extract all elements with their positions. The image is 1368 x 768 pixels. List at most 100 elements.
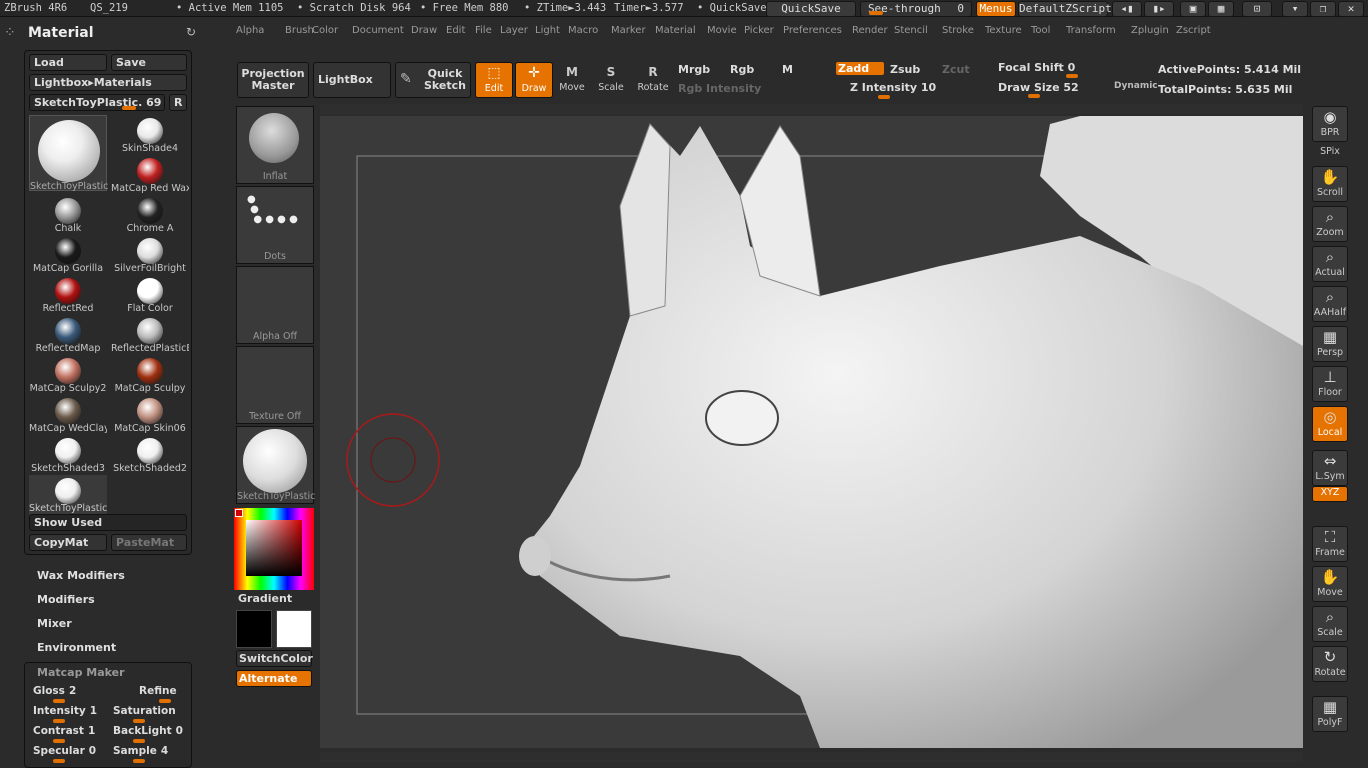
texture-thumb[interactable]: Texture Off (236, 346, 314, 424)
r-button[interactable]: R (169, 94, 187, 111)
current-material-knob[interactable] (122, 106, 136, 110)
material-item[interactable]: Flat Color (111, 275, 189, 315)
slider-saturation[interactable]: Saturation (113, 705, 180, 723)
material-item[interactable]: MatCap Gorilla (29, 235, 107, 275)
right-tool-spix[interactable]: SPix (1312, 146, 1348, 162)
material-item[interactable]: MatCap Red Wax (111, 155, 189, 195)
menu-document[interactable]: Document (352, 25, 404, 36)
lightbox-materials-button[interactable]: Lightbox▸Materials (29, 74, 187, 91)
zcut-button[interactable]: Zcut (942, 63, 970, 76)
edit-button[interactable]: ⬚ Edit (475, 62, 513, 98)
wax-modifiers-section[interactable]: Wax Modifiers (37, 569, 125, 582)
copymat-button[interactable]: CopyMat (29, 534, 107, 551)
material-thumb[interactable]: SketchToyPlastic (236, 426, 315, 504)
lightbox-button[interactable]: LightBox (313, 62, 391, 98)
slider-knob[interactable] (133, 719, 145, 723)
brush-thumb[interactable]: Inflat (236, 106, 314, 184)
scale-button[interactable]: S Scale (592, 62, 630, 98)
slider-sample[interactable]: Sample 4 (113, 745, 168, 763)
material-item[interactable]: ReflectRed (29, 275, 107, 315)
canvas-viewport[interactable] (320, 116, 1303, 748)
viewport-bottom-scrollbar[interactable] (320, 752, 1303, 762)
maximize-icon[interactable]: ❐ (1310, 1, 1336, 17)
color-picker[interactable] (234, 508, 314, 590)
viewport-top-scrollbar[interactable] (320, 104, 1303, 114)
right-tool-zoom[interactable]: ⌕ Zoom (1312, 206, 1348, 242)
menu-preferences[interactable]: Preferences (783, 25, 842, 36)
sculpt-model[interactable] (320, 116, 1303, 748)
material-item[interactable]: MatCap Sculpy (111, 355, 189, 395)
menu-render[interactable]: Render (852, 25, 888, 36)
menu-layer[interactable]: Layer (500, 25, 528, 36)
primary-color-swatch[interactable] (236, 610, 272, 648)
see-through-knob[interactable] (869, 11, 883, 15)
material-item[interactable]: Chalk (29, 195, 107, 235)
switchcolor-button[interactable]: SwitchColor (236, 650, 313, 667)
alpha-thumb[interactable]: Alpha Off (236, 266, 314, 344)
default-zscript-button[interactable]: DefaultZScript (1018, 1, 1112, 17)
material-item[interactable]: SketchShaded2 (111, 435, 189, 475)
material-item[interactable]: SkinShade4 (111, 115, 189, 155)
right-tool-xyz[interactable]: XYZ (1312, 486, 1348, 502)
menu-stroke[interactable]: Stroke (942, 25, 974, 36)
slider-knob[interactable] (53, 699, 65, 703)
right-tool-bpr[interactable]: ◉ BPR (1312, 106, 1348, 142)
slider-specular[interactable]: Specular 0 (33, 745, 96, 763)
menu-light[interactable]: Light (535, 25, 560, 36)
right-tool-scale[interactable]: ⌕ Scale (1312, 606, 1348, 642)
lock-icon[interactable]: ⊡ (1242, 1, 1272, 17)
color-square[interactable] (246, 520, 302, 576)
slider-intensity[interactable]: Intensity 1 (33, 705, 97, 723)
material-item[interactable]: SketchToyPlastic (29, 475, 107, 515)
layout2-icon[interactable]: ▦ (1208, 1, 1234, 17)
right-tool-persp[interactable]: ▦ Persp (1312, 326, 1348, 362)
slider-knob[interactable] (159, 699, 171, 703)
secondary-color-swatch[interactable] (276, 610, 312, 648)
current-material-slider[interactable]: SketchToyPlastic. 69 (29, 94, 165, 111)
menu-transform[interactable]: Transform (1066, 25, 1116, 36)
material-item[interactable]: Chrome A (111, 195, 189, 235)
menus-button[interactable]: Menus (976, 1, 1016, 17)
material-item[interactable]: ReflectedMap (29, 315, 107, 355)
panel-left-icon[interactable]: ◂▮ (1112, 1, 1142, 17)
rotate-button[interactable]: R Rotate (634, 62, 672, 98)
minimize-icon[interactable]: ▾ (1282, 1, 1308, 17)
z-intensity-knob[interactable] (878, 95, 890, 99)
modifiers-section[interactable]: Modifiers (37, 593, 95, 606)
right-tool-scroll[interactable]: ✋ Scroll (1312, 166, 1348, 202)
menu-file[interactable]: File (475, 25, 492, 36)
slider-refine[interactable]: Refine (139, 685, 181, 703)
menu-material[interactable]: Material (655, 25, 696, 36)
menu-zscript[interactable]: Zscript (1176, 25, 1211, 36)
slider-backlight[interactable]: BackLight 0 (113, 725, 183, 743)
right-tool-polyf[interactable]: ▦ PolyF (1312, 696, 1348, 732)
slider-knob[interactable] (53, 759, 65, 763)
close-icon[interactable]: ✕ (1338, 1, 1364, 17)
layout-icon[interactable]: ▣ (1180, 1, 1206, 17)
menu-zplugin[interactable]: Zplugin (1131, 25, 1169, 36)
right-tool-actual[interactable]: ⌕ Actual (1312, 246, 1348, 282)
right-tool-floor[interactable]: ⊥ Floor (1312, 366, 1348, 402)
z-intensity-slider[interactable]: Z Intensity 10 (850, 81, 936, 94)
focal-shift-knob[interactable] (1066, 74, 1078, 78)
alternate-button[interactable]: Alternate (236, 670, 312, 687)
matcap-maker-title[interactable]: Matcap Maker (37, 666, 125, 679)
palette-dots-icon[interactable]: ⁘ (4, 25, 24, 43)
pastemat-button[interactable]: PasteMat (111, 534, 187, 551)
mrgb-button[interactable]: Mrgb (678, 63, 710, 76)
focal-shift-slider[interactable]: Focal Shift 0 (998, 61, 1075, 74)
menu-color[interactable]: Color (312, 25, 338, 36)
see-through-slider[interactable]: See-through 0 (860, 1, 972, 17)
slider-contrast[interactable]: Contrast 1 (33, 725, 95, 743)
panel-right-icon[interactable]: ▮▸ (1144, 1, 1174, 17)
quick-sketch-button[interactable]: ✎ Quick Sketch (395, 62, 471, 98)
menu-brush[interactable]: Brush (285, 25, 314, 36)
environment-section[interactable]: Environment (37, 641, 116, 654)
right-tool-move[interactable]: ✋ Move (1312, 566, 1348, 602)
dynamic-toggle[interactable]: Dynamic (1114, 81, 1158, 91)
gradient-toggle[interactable]: Gradient (238, 592, 292, 605)
save-button[interactable]: Save (111, 54, 187, 71)
zsub-button[interactable]: Zsub (890, 63, 920, 76)
slider-knob[interactable] (53, 719, 65, 723)
material-item[interactable]: SketchShaded3 (29, 435, 107, 475)
